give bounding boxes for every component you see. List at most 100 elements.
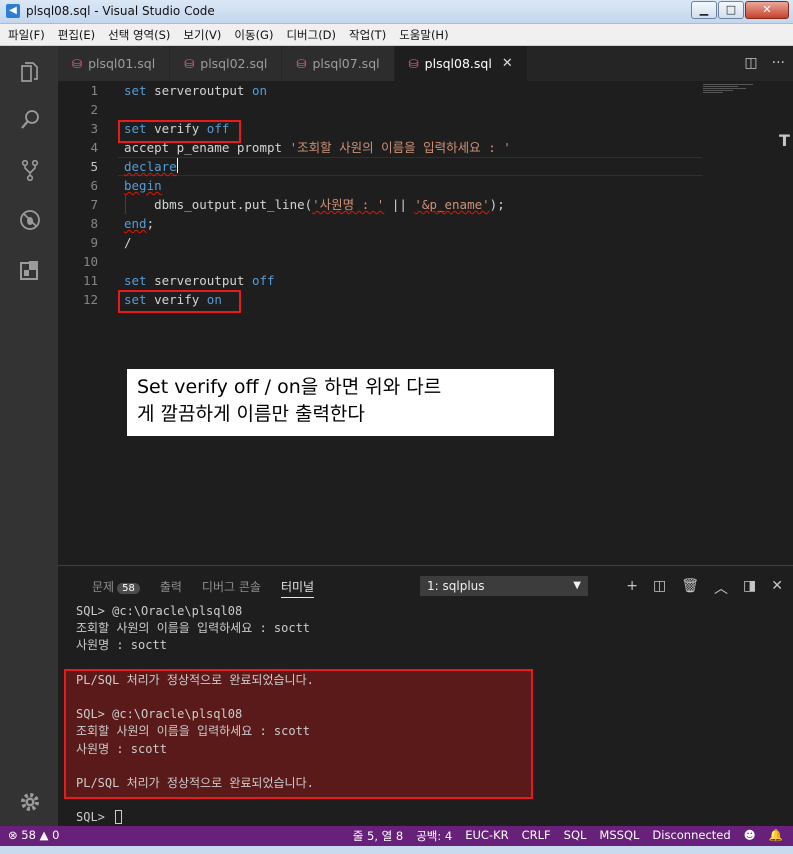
- maximize-panel-icon[interactable]: ︿: [714, 578, 728, 598]
- code-line[interactable]: 7 dbms_output.put_line('사원명 : ' || '&p_e…: [58, 195, 718, 214]
- window-title: plsql08.sql - Visual Studio Code: [26, 4, 215, 18]
- window-titlebar: ◀ plsql08.sql - Visual Studio Code ▁ □ ✕: [0, 0, 793, 24]
- code-line[interactable]: 6 begin: [58, 176, 718, 195]
- vscode-app-icon: ◀: [6, 4, 20, 18]
- code-text: dbms_output.put_line('사원명 : ' || '&p_ena…: [124, 195, 505, 214]
- tab-plsql07[interactable]: ⛁ plsql07.sql: [282, 46, 395, 81]
- code-line[interactable]: 11 set serveroutput off: [58, 271, 718, 290]
- status-bar: ⊗ 58 ▲ 0 줄 5, 열 8 공백: 4 EUC-KR CRLF SQL …: [0, 826, 793, 846]
- code-editor[interactable]: T 1 set serveroutput on 2 3 set verify off 4 a…: [58, 81, 793, 565]
- line-number: 2: [90, 102, 98, 117]
- line-number: 7: [90, 197, 98, 212]
- split-editor-icon[interactable]: ◫: [744, 55, 757, 71]
- menu-debug[interactable]: 디버그(D): [286, 27, 336, 43]
- search-icon[interactable]: [18, 108, 42, 132]
- code-line[interactable]: 10: [58, 252, 718, 271]
- cursor-position[interactable]: 줄 5, 열 8: [353, 828, 403, 844]
- terminal-select[interactable]: 1: sqlplus ▼: [420, 576, 588, 596]
- encoding-status[interactable]: EUC-KR: [465, 828, 508, 844]
- code-token: verify: [146, 121, 207, 136]
- menu-file[interactable]: 파일(F): [8, 27, 45, 43]
- code-line[interactable]: 1 set serveroutput on: [58, 81, 718, 100]
- code-text: set verify off: [124, 119, 229, 138]
- terminal-line-text: 사원명 : scott: [76, 741, 167, 756]
- code-text: end;: [124, 214, 154, 233]
- source-control-icon[interactable]: [18, 158, 42, 182]
- tab-plsql08[interactable]: ⛁ plsql08.sql ✕: [394, 46, 528, 81]
- tab-label: plsql07.sql: [312, 56, 380, 71]
- maximize-button[interactable]: □: [718, 1, 744, 19]
- menu-help[interactable]: 도움말(H): [399, 27, 448, 43]
- code-token: on: [251, 83, 267, 98]
- code-text: set serveroutput off: [124, 271, 275, 290]
- code-token: begin: [124, 178, 162, 193]
- code-token: serveroutput: [146, 273, 252, 288]
- error-icon: ⊗: [8, 828, 18, 842]
- database-icon: ⛁: [408, 56, 419, 71]
- code-line[interactable]: 3 set verify off: [58, 119, 718, 138]
- code-token: '사원명 : ': [312, 197, 385, 212]
- close-window-button[interactable]: ✕: [745, 1, 789, 19]
- terminal-line: 사원명 : soctt: [76, 637, 167, 654]
- terminal-line: 조회할 사원의 이름을 입력하세요 : soctt: [76, 620, 310, 637]
- code-text: declare: [124, 157, 178, 176]
- panel-tab-terminal[interactable]: 터미널: [280, 578, 315, 598]
- terminal-line: SQL> @c:\Oracle\plsql08: [76, 706, 242, 723]
- menu-go[interactable]: 이동(G): [234, 27, 273, 43]
- panel-tab-problems[interactable]: 문제 58: [92, 578, 140, 598]
- line-number: 11: [82, 273, 98, 288]
- explorer-icon[interactable]: [18, 60, 42, 84]
- new-terminal-icon[interactable]: +: [626, 578, 638, 598]
- warning-icon: ▲: [39, 828, 49, 842]
- code-token: );: [489, 197, 505, 212]
- terminal-line: SQL>: [76, 809, 123, 826]
- errors-status[interactable]: ⊗ 58 ▲ 0: [8, 828, 59, 842]
- panel-tab-label: 문제: [92, 580, 115, 594]
- code-token: on: [206, 292, 222, 307]
- code-token: accept p_ename prompt: [124, 140, 290, 155]
- feedback-smiley-icon[interactable]: ☻: [744, 828, 756, 844]
- debug-icon[interactable]: [18, 208, 42, 232]
- split-terminal-icon[interactable]: ◫: [653, 578, 666, 598]
- code-token: ||: [384, 197, 415, 212]
- eol-status[interactable]: CRLF: [522, 828, 551, 844]
- panel-tab-debug-console[interactable]: 디버그 콘솔: [202, 578, 261, 598]
- code-line[interactable]: 8 end;: [58, 214, 718, 233]
- code-token: dbms_output.put_line(: [124, 197, 313, 212]
- close-panel-icon[interactable]: ✕: [771, 578, 783, 598]
- more-actions-icon[interactable]: ···: [772, 55, 785, 71]
- indentation-status[interactable]: 공백: 4: [416, 828, 452, 844]
- terminal-line-text: SQL> @c:\Oracle\plsql08: [76, 604, 243, 618]
- toggle-panel-position-icon[interactable]: ◨: [743, 578, 756, 598]
- database-icon: ⛁: [184, 56, 195, 71]
- code-line[interactable]: 2: [58, 100, 718, 119]
- code-line[interactable]: 5 declare: [58, 157, 718, 176]
- settings-gear-icon[interactable]: [18, 790, 42, 814]
- sql-dialect[interactable]: MSSQL: [599, 828, 639, 844]
- code-line[interactable]: 12 set verify on: [58, 290, 718, 309]
- panel-tab-output[interactable]: 출력: [160, 578, 182, 598]
- problems-count-badge: 58: [117, 583, 140, 594]
- menu-tasks[interactable]: 작업(T): [349, 27, 386, 43]
- menu-selection[interactable]: 선택 영역(S): [108, 27, 170, 43]
- code-token: set: [124, 121, 147, 136]
- line-number: 5: [90, 159, 98, 174]
- close-tab-icon[interactable]: ✕: [502, 56, 513, 71]
- code-line[interactable]: 9/: [58, 233, 718, 252]
- code-line[interactable]: 4 accept p_ename prompt '조회할 사원의 이름을 입력하세…: [58, 138, 718, 157]
- kill-terminal-icon[interactable]: 🗑: [681, 578, 699, 598]
- language-mode[interactable]: SQL: [564, 828, 587, 844]
- code-text: begin: [124, 176, 162, 195]
- terminal-line-text: SQL> @c:\Oracle\plsql08: [76, 707, 243, 722]
- tab-plsql01[interactable]: ⛁ plsql01.sql: [58, 46, 171, 81]
- menu-edit[interactable]: 편집(E): [58, 27, 95, 43]
- notifications-bell-icon[interactable]: 🔔: [769, 828, 783, 844]
- menu-view[interactable]: 보기(V): [183, 27, 221, 43]
- tab-plsql02[interactable]: ⛁ plsql02.sql: [170, 46, 283, 81]
- line-number: 10: [82, 254, 98, 269]
- connection-status[interactable]: Disconnected: [652, 828, 730, 844]
- errors-count: 58: [21, 828, 36, 842]
- scrollbar-marker: T: [779, 131, 790, 150]
- minimize-button[interactable]: ▁: [691, 1, 717, 19]
- extensions-icon[interactable]: [18, 258, 42, 282]
